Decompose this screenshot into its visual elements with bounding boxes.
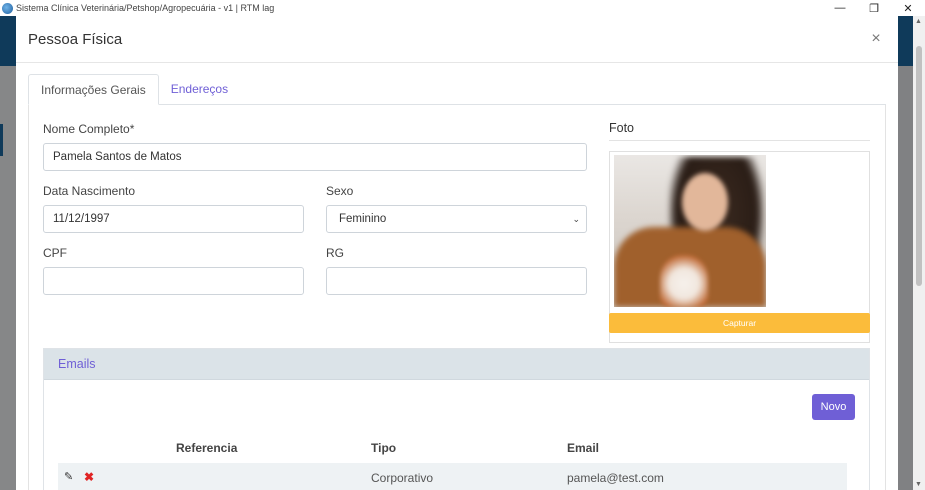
tab-bar: Informações Gerais Endereços [28,74,886,105]
modal-title: Pessoa Física [28,30,123,48]
chevron-down-icon: ⌄ [572,214,580,224]
window-titlebar: Sistema Clínica Veterinária/Petshop/Agro… [0,0,925,16]
novo-email-button[interactable]: Novo [812,394,855,420]
capturar-button[interactable]: Capturar [609,313,870,333]
pencil-icon[interactable]: ✎ [64,470,73,483]
restore-button[interactable]: ❐ [857,0,891,16]
cpf-label: CPF [43,246,67,260]
scrollbar-thumb[interactable] [916,46,922,286]
emails-card: Emails Novo Referencia Tipo Email ✎ ✖ Co… [43,348,870,490]
nome-label: Nome Completo* [43,122,135,136]
cpf-field[interactable] [43,267,304,295]
foto-title: Foto [609,121,635,135]
rg-field[interactable] [326,267,587,295]
foto-divider [609,140,870,141]
cell-tipo: Corporativo [371,471,434,485]
page-scrollbar[interactable]: ▲ ▼ [913,16,925,490]
sexo-label: Sexo [326,184,354,198]
window-title: Sistema Clínica Veterinária/Petshop/Agro… [16,3,275,13]
emails-card-header[interactable]: Emails [44,349,869,380]
tab-enderecos[interactable]: Endereços [159,74,240,104]
cell-email: pamela@test.com [567,471,664,485]
column-header-referencia: Referencia [176,441,238,455]
modal-header: Pessoa Física × [16,16,898,63]
nome-field[interactable]: Pamela Santos de Matos [43,143,587,171]
scroll-down-icon[interactable]: ▼ [915,481,922,488]
sexo-selected-value: Feminino [339,213,387,225]
modal-close-button[interactable]: × [866,30,886,48]
app-logo-icon [2,2,13,14]
modal-body: Informações Gerais Endereços Nome Comple… [16,63,898,490]
pessoa-fisica-modal: Pessoa Física × Informações Gerais Ender… [16,16,898,490]
tab-informacoes-gerais[interactable]: Informações Gerais [28,74,159,105]
person-photo [614,155,766,307]
rg-label: RG [326,246,344,260]
scroll-up-icon[interactable]: ▲ [915,18,922,25]
sexo-select[interactable]: Feminino ⌄ [326,205,587,233]
table-row: ✎ ✖ Corporativo pamela@test.com [58,463,847,490]
column-header-email: Email [567,441,600,455]
data-nascimento-label: Data Nascimento [43,184,136,198]
delete-icon[interactable]: ✖ [84,470,94,484]
data-nascimento-field[interactable]: 11/12/1997 [43,205,304,233]
tab-content: Nome Completo* Pamela Santos de Matos Da… [28,105,886,490]
minimize-button[interactable]: — [823,0,857,16]
window-close-button[interactable]: ✕ [891,0,925,16]
column-header-tipo: Tipo [371,441,397,455]
